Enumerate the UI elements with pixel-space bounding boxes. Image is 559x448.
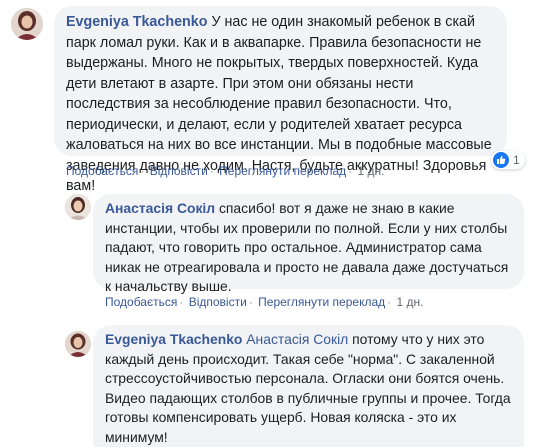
comment-actions: Подобається · Відповісти · Переглянути пер… xyxy=(105,295,424,309)
comment-text: Evgeniya Tkachenko Анастасія Сокіл потом… xyxy=(105,330,512,448)
see-translation-link[interactable]: Переглянути переклад xyxy=(258,295,385,309)
comment-author[interactable]: Анастасія Сокіл xyxy=(105,200,215,216)
profile-photo-icon xyxy=(65,194,91,220)
avatar[interactable] xyxy=(11,8,43,40)
reply-link[interactable]: Відповісти xyxy=(150,164,208,178)
profile-photo-icon xyxy=(11,8,43,40)
comment-text: Анастасія Сокіл спасибо! вот я даже не з… xyxy=(105,199,512,297)
like-link[interactable]: Подобається xyxy=(105,295,177,309)
like-link[interactable]: Подобається xyxy=(66,164,138,178)
profile-photo-icon xyxy=(65,331,91,357)
comment-author[interactable]: Evgeniya Tkachenko xyxy=(105,331,242,347)
comment-bubble: Анастасія Сокіл спасибо! вот я даже не з… xyxy=(93,194,524,294)
mention-link[interactable]: Анастасія Сокіл xyxy=(246,331,348,347)
comment-actions: Подобається · Відповісти · Переглянути пер… xyxy=(66,164,385,178)
timestamp[interactable]: 1 дн. xyxy=(397,295,424,309)
avatar[interactable] xyxy=(65,194,91,220)
like-reaction-icon xyxy=(493,152,509,168)
comment-bubble: Evgeniya Tkachenko У нас не один знакомы… xyxy=(54,6,507,194)
comment-author[interactable]: Evgeniya Tkachenko xyxy=(66,14,207,30)
reply-link[interactable]: Відповісти xyxy=(189,295,247,309)
reaction-count: 1 xyxy=(513,153,520,167)
reaction-summary[interactable]: 1 xyxy=(491,151,525,169)
comment-body: потому что у них это каждый день происхо… xyxy=(105,331,511,445)
timestamp[interactable]: 1 дн. xyxy=(358,164,385,178)
avatar[interactable] xyxy=(65,331,91,357)
see-translation-link[interactable]: Переглянути переклад xyxy=(219,164,346,178)
comment-bubble: Evgeniya Tkachenko Анастасія Сокіл потом… xyxy=(93,325,524,447)
